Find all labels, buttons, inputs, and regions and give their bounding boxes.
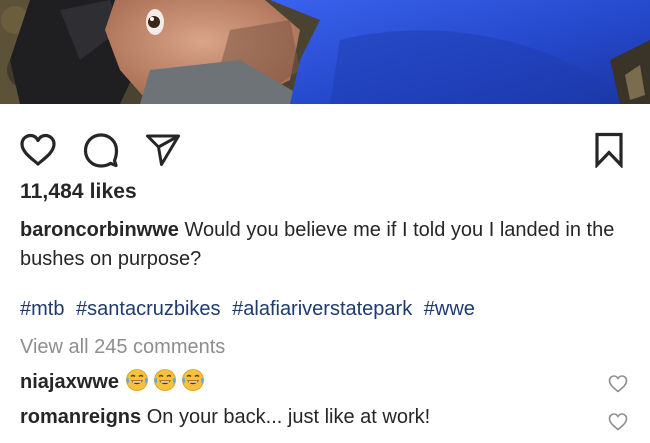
share-button[interactable] [141,128,185,172]
comment-like-heart-icon[interactable] [608,412,628,432]
comment-emojis [125,369,209,393]
like-button[interactable] [16,128,60,172]
post-photo[interactable] [0,0,650,104]
comment-bubble-icon [83,133,119,168]
post-photo-image [0,0,650,104]
comment-username[interactable]: romanreigns [20,406,141,428]
post-caption: baroncorbinwwe Would you believe me if I… [20,216,620,274]
comment-like-heart-icon[interactable] [608,374,628,394]
comment-button[interactable] [79,128,123,172]
hashtag-link[interactable]: #mtb [20,298,64,320]
paper-plane-icon [146,134,180,166]
post-action-bar [0,104,650,182]
hashtag-link[interactable]: #santacruzbikes [76,298,221,320]
hashtag-link[interactable]: #alafiariverstatepark [232,298,412,320]
comment-username[interactable]: niajaxwwe [20,371,119,393]
bookmark-icon [595,132,623,168]
likes-count[interactable]: 11,484 likes [20,180,137,204]
comment-row: niajaxwwe [20,368,650,398]
comment-row: romanreigns On your back... just like at… [20,406,650,436]
comment-text: On your back... just like at work! [146,406,431,428]
face-with-tears-of-joy-icon [125,369,148,391]
save-button[interactable] [587,128,631,172]
face-with-tears-of-joy-icon [153,369,176,391]
view-all-comments-link[interactable]: View all 245 comments [20,336,225,359]
hashtag-link[interactable]: #wwe [424,298,475,320]
heart-icon [20,133,56,166]
face-with-tears-of-joy-icon [181,369,204,391]
caption-username[interactable]: baroncorbinwwe [20,219,179,241]
caption-hashtags: #mtb #santacruzbikes #alafiariverstatepa… [20,298,481,321]
